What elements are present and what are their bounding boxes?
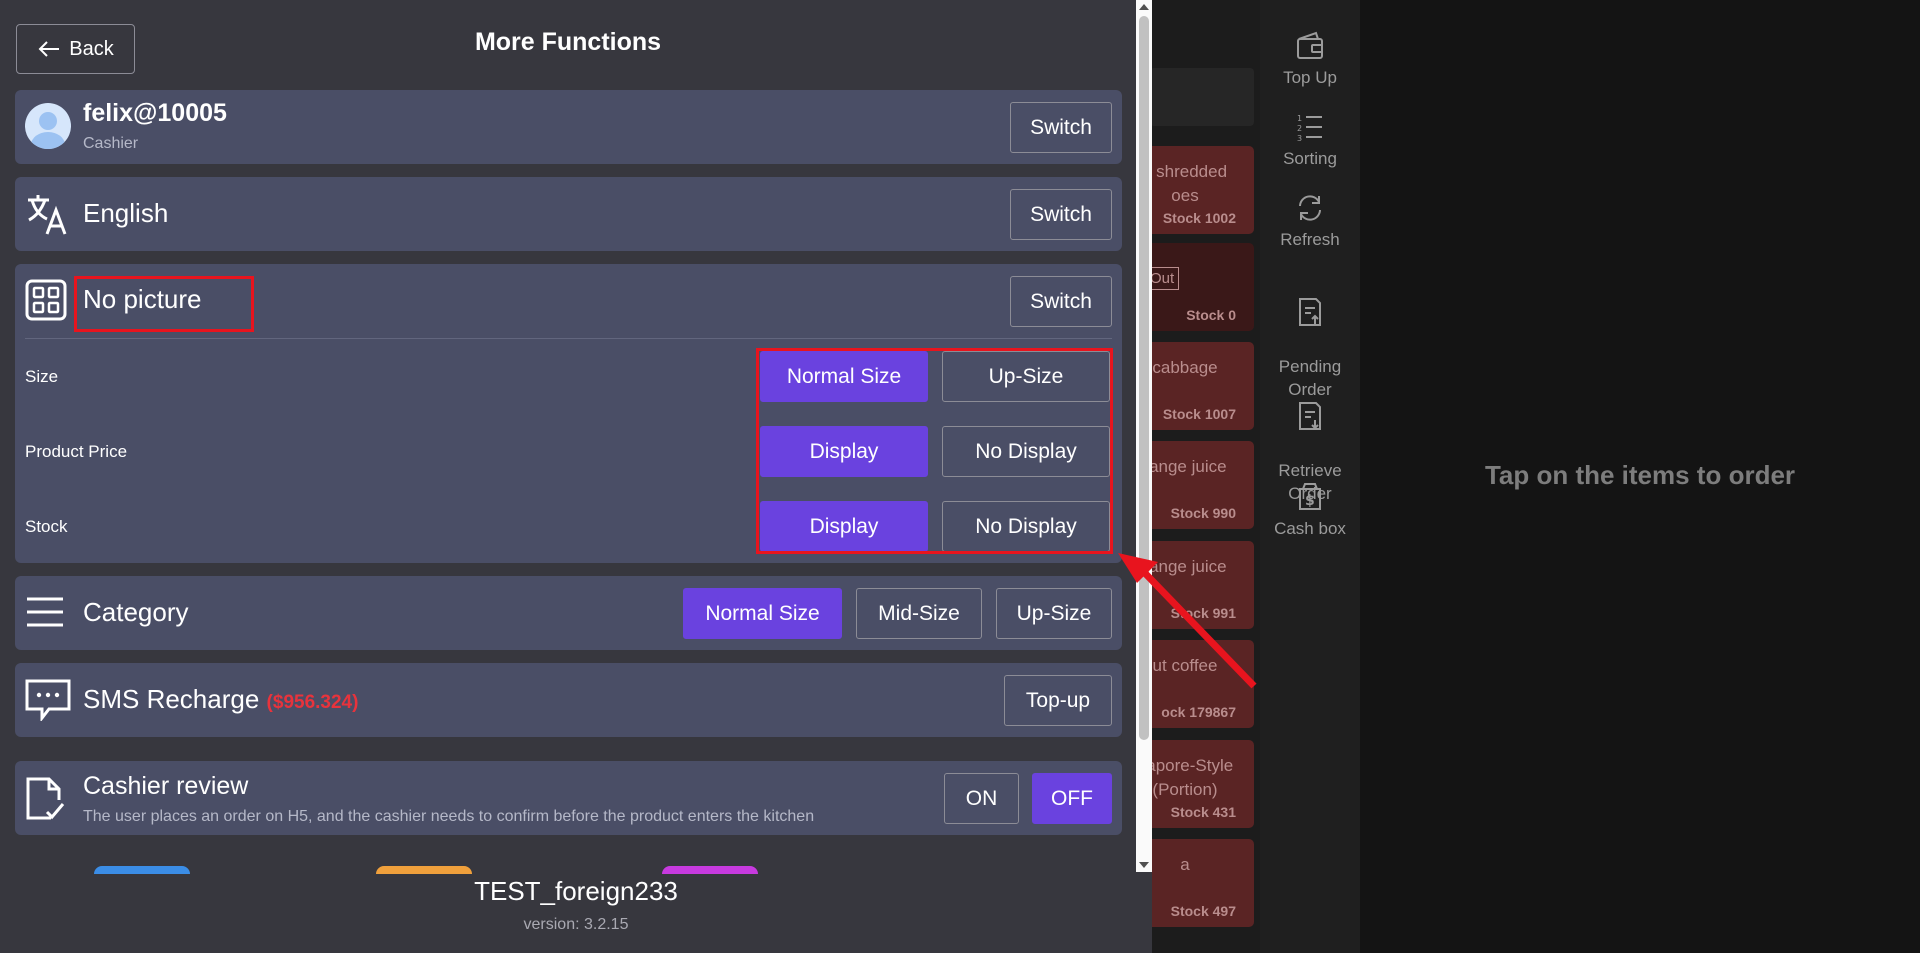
category-upsize-button[interactable]: Up-Size (996, 588, 1112, 639)
cashier-review-card: Cashier review The user places an order … (15, 761, 1122, 835)
sms-topup-button[interactable]: Top-up (1004, 675, 1112, 726)
product-price-row-label: Product Price (25, 442, 128, 461)
account-name: felix@10005 (83, 99, 227, 127)
search-bar[interactable] (1150, 68, 1254, 126)
sms-recharge-label: SMS Recharge (83, 684, 260, 714)
product-stock: Stock 497 (1170, 903, 1236, 919)
store-name: TEST_foreign233 (474, 876, 678, 906)
sort-list-icon: 1 2 3 (1297, 114, 1322, 143)
sidebar-label-cash-box: Cash box (1274, 519, 1346, 538)
retrieve-order-icon (1299, 402, 1321, 430)
divider (25, 338, 1112, 339)
language-card: English Switch (15, 177, 1122, 251)
product-stock: ock 179867 (1161, 704, 1236, 720)
grid-layout-icon (25, 279, 67, 321)
page-title: More Functions (474, 28, 662, 56)
product-stock: Stock 431 (1170, 804, 1236, 820)
cashier-review-description: The user places an order on H5, and the … (83, 808, 815, 825)
wallet-icon (1297, 31, 1323, 59)
sidebar-label-top-up: Top Up (1283, 68, 1337, 87)
scroll-up-arrow[interactable] (1139, 4, 1149, 10)
switch-account-button[interactable]: Switch (1010, 102, 1112, 153)
language-label: English (83, 198, 169, 228)
menu-icon (27, 597, 63, 627)
category-label: Category (83, 597, 189, 627)
avatar (25, 103, 71, 149)
refresh-icon (1299, 195, 1321, 221)
sidebar-item-cash-box[interactable]: $ Cash box (1260, 481, 1360, 540)
sms-recharge-card: SMS Recharge ($956.324) Top-up (15, 663, 1122, 737)
scrollbar[interactable] (1136, 0, 1152, 872)
account-role: Cashier (83, 135, 139, 152)
cashier-review-off-button[interactable]: OFF (1032, 773, 1112, 824)
product-stock: Stock 990 (1170, 505, 1236, 521)
cash-box-icon: $ (1299, 483, 1321, 510)
switch-display-mode-button[interactable]: Switch (1010, 276, 1112, 327)
size-row-label: Size (25, 367, 59, 386)
app-version: version: 3.2.15 (523, 916, 629, 933)
svg-text:1: 1 (1297, 114, 1302, 123)
sidebar-item-top-up[interactable]: Top Up (1260, 30, 1360, 89)
annotation-box (756, 348, 1113, 554)
svg-text:3: 3 (1297, 134, 1302, 143)
cashier-review-label: Cashier review (83, 772, 249, 800)
product-stock: Stock 1007 (1162, 406, 1236, 422)
svg-text:$: $ (1305, 493, 1315, 509)
sidebar-item-sorting[interactable]: 1 2 3 Sorting (1260, 111, 1360, 170)
document-check-icon (26, 777, 65, 820)
category-normal-button[interactable]: Normal Size (683, 588, 842, 639)
sidebar-item-refresh[interactable]: Refresh (1260, 192, 1360, 251)
scroll-down-arrow[interactable] (1139, 862, 1149, 868)
pos-sidebar: Top Up 1 2 3 Sorting Refresh Pending Ord… (1260, 0, 1360, 953)
pending-order-icon (1299, 298, 1321, 326)
shortcut-tile[interactable] (376, 866, 472, 874)
sms-recharge-title: SMS Recharge ($956.324) (83, 684, 358, 715)
annotation-box (74, 276, 254, 332)
shortcut-tile[interactable] (662, 866, 758, 874)
sidebar-label-refresh: Refresh (1280, 230, 1340, 249)
product-stock: Stock 991 (1170, 605, 1236, 621)
product-stock: Stock 1002 (1162, 210, 1236, 226)
svg-text:2: 2 (1297, 124, 1302, 133)
message-icon (25, 679, 71, 721)
product-stock: Stock 0 (1186, 307, 1236, 323)
scrollbar-thumb[interactable] (1139, 16, 1149, 740)
translate-icon (28, 195, 67, 235)
shortcut-tile[interactable] (94, 866, 190, 874)
sms-balance: ($956.324) (266, 692, 359, 713)
stock-row-label: Stock (25, 517, 68, 536)
order-hint: Tap on the items to order (1484, 460, 1796, 490)
category-card: Category Normal Size Mid-Size Up-Size (15, 576, 1122, 650)
account-card: felix@10005 Cashier Switch (15, 90, 1122, 164)
sidebar-label-sorting: Sorting (1283, 149, 1337, 168)
switch-language-button[interactable]: Switch (1010, 189, 1112, 240)
cashier-review-on-button[interactable]: ON (944, 773, 1019, 824)
category-midsize-button[interactable]: Mid-Size (856, 588, 982, 639)
